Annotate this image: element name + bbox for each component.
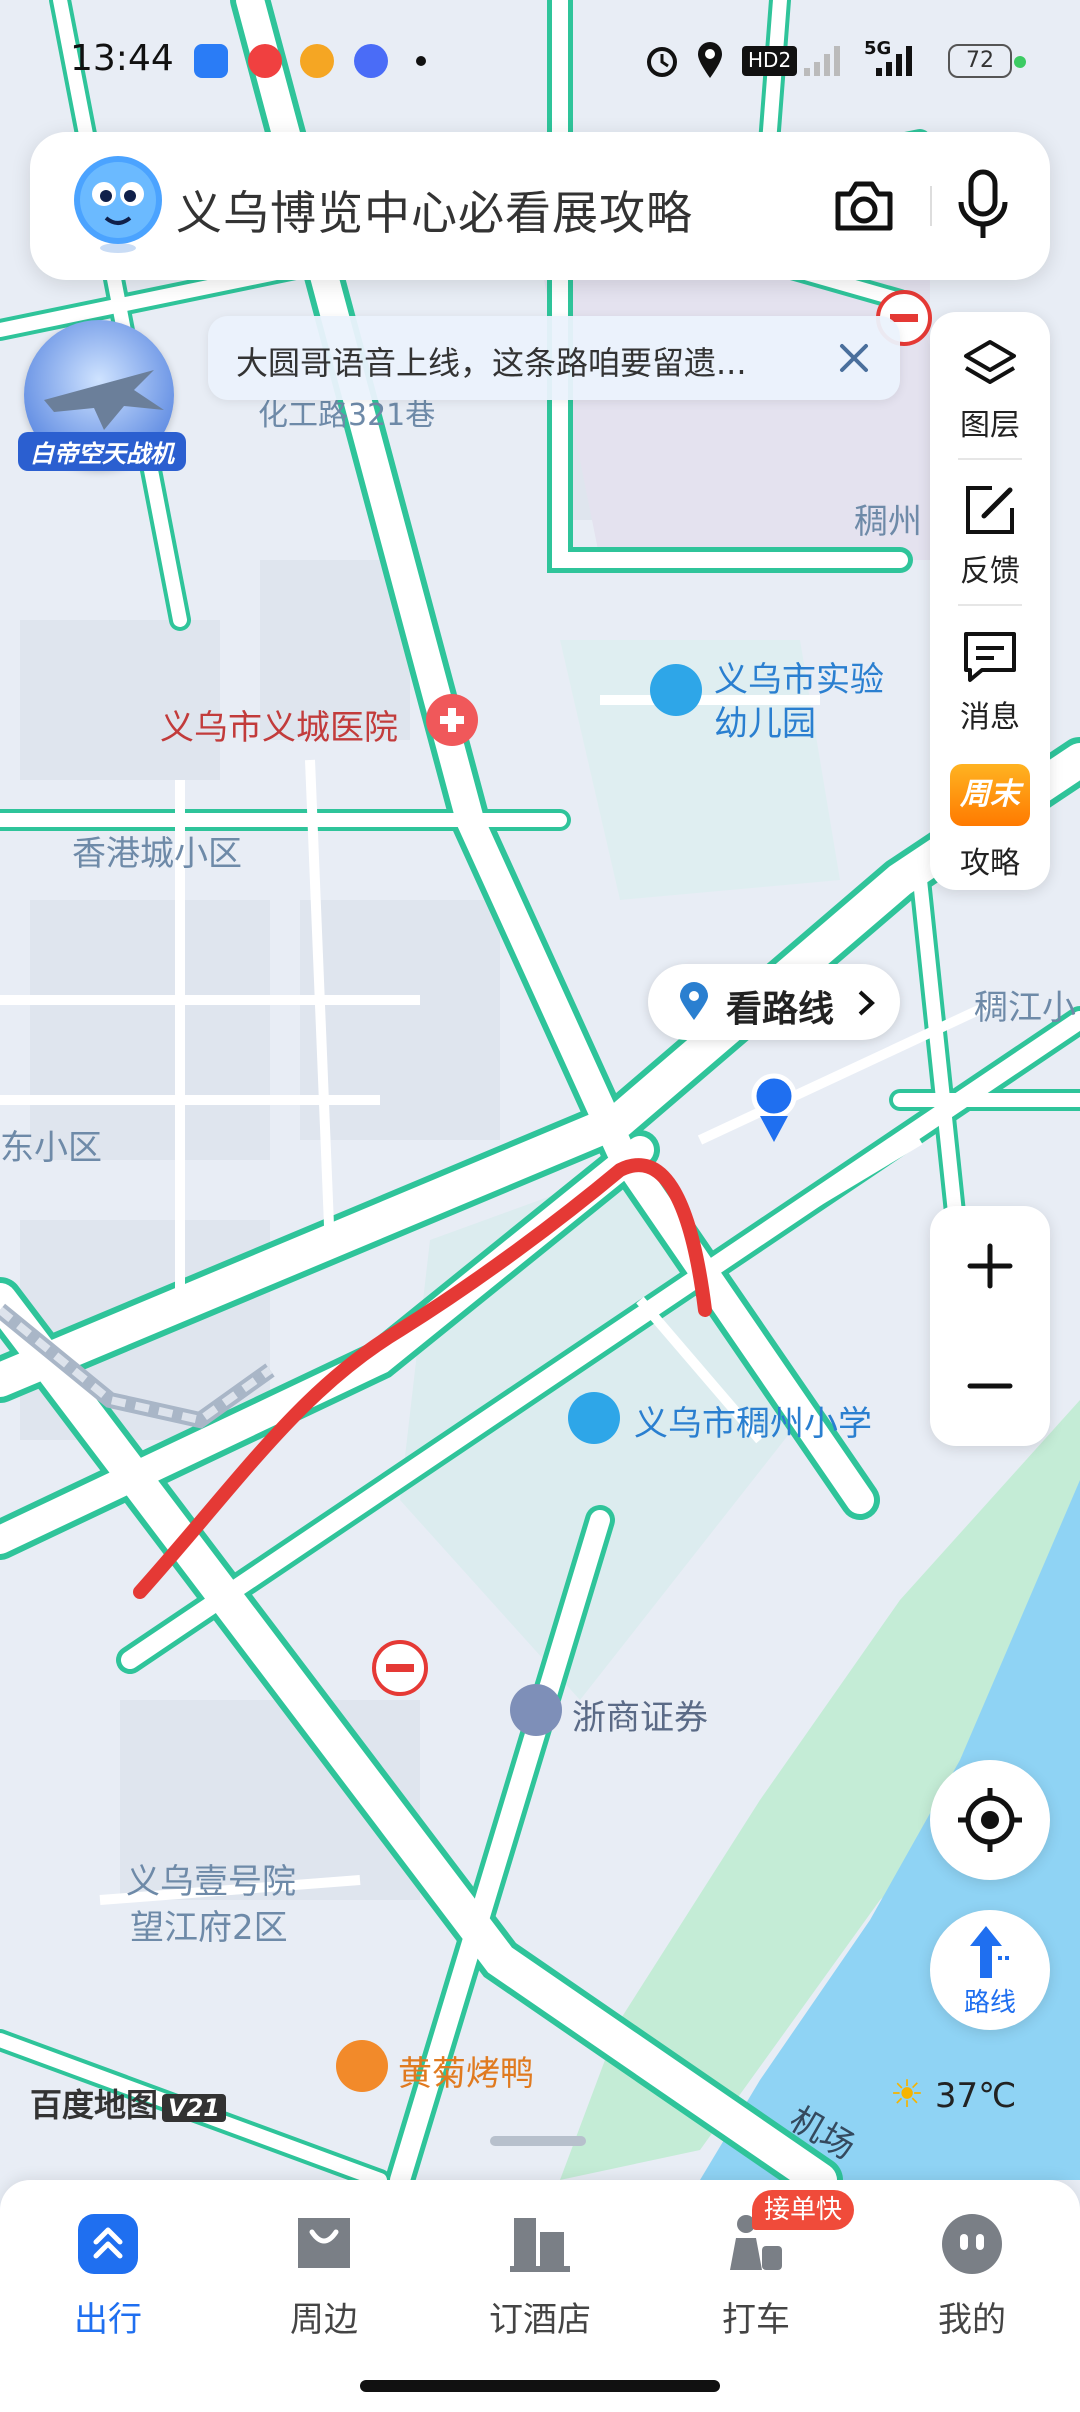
- map-tools-panel: 图层 反馈 消息 周末 攻略: [930, 312, 1050, 890]
- locate-me-button[interactable]: [930, 1760, 1050, 1880]
- area-choujiang-label: 稠江小: [974, 988, 1076, 1028]
- hotel-icon: [510, 2218, 570, 2272]
- weibo-notification-icon: [300, 44, 334, 78]
- brand-version: V21: [162, 2094, 226, 2122]
- close-icon[interactable]: [830, 334, 878, 382]
- nav-label-nearby: 周边: [290, 2300, 358, 2340]
- notice-text[interactable]: 大圆哥语音上线，这条路咱要留遗...: [236, 338, 747, 384]
- search-divider: [930, 186, 932, 226]
- privacy-indicator-dot: [1014, 56, 1026, 68]
- taxi-badge: 接单快: [752, 2190, 855, 2230]
- area-chouzhou-label: 稠州: [854, 502, 922, 542]
- location-pin-icon: [680, 982, 708, 1020]
- more-notifications-dot: [416, 56, 426, 66]
- route-arrow-icon: [970, 1926, 1012, 1978]
- video-notification-icon: [248, 44, 282, 78]
- hd-indicator: HD2: [742, 46, 798, 76]
- poi-duck-label[interactable]: 黄菊烤鸭: [398, 2046, 534, 2095]
- poi-primary-school-label[interactable]: 义乌市稠州小学: [634, 1396, 872, 1445]
- profile-icon: [942, 2214, 1002, 2274]
- nav-label-hotel: 订酒店: [489, 2300, 591, 2340]
- poi-kindergarten-label[interactable]: 义乌市实验: [714, 652, 884, 701]
- sun-icon: ☀: [890, 2072, 925, 2116]
- view-route-label: 看路线: [726, 989, 835, 1030]
- battery-indicator: 72: [948, 44, 1012, 78]
- tool-layers-button[interactable]: 图层: [930, 312, 1050, 452]
- search-bar[interactable]: 义乌博览中心必看展攻略: [30, 132, 1050, 280]
- poi-kindergarten-label-line2[interactable]: 幼儿园: [714, 696, 816, 745]
- view-route-button[interactable]: 看路线: [648, 964, 900, 1040]
- feedback-edit-icon: [966, 486, 1014, 534]
- tool-label-guide: 攻略: [960, 846, 1020, 881]
- route-button-label: 路线: [963, 1988, 1016, 2018]
- status-time: 13:44: [70, 38, 174, 79]
- zoom-in-icon[interactable]: [930, 1206, 1050, 1326]
- status-bar: 13:44 HD2 5G 72: [0, 0, 1080, 120]
- crosshair-icon: [958, 1788, 1022, 1852]
- nearby-icon: [298, 2218, 350, 2268]
- zoom-controls: [930, 1206, 1050, 1446]
- message-icon: [964, 632, 1016, 682]
- nav-label-taxi: 打车: [722, 2300, 790, 2340]
- tool-label-feedback: 反馈: [960, 554, 1020, 589]
- route-planning-button[interactable]: 路线: [930, 1910, 1050, 2030]
- baidu-notification-icon: [354, 44, 388, 78]
- nav-label-profile: 我的: [938, 2300, 1006, 2340]
- weekend-guide-icon: 周末: [950, 764, 1030, 826]
- promo-label[interactable]: 白帝空天战机: [18, 432, 186, 471]
- poi-zheshang-label[interactable]: 浙商证券: [572, 1690, 708, 1739]
- signal-icon-1: [804, 46, 840, 76]
- weather-widget[interactable]: ☀ 37℃: [890, 2072, 1016, 2116]
- map-brand-watermark: 百度地图 V21: [30, 2080, 226, 2126]
- tool-guide-button[interactable]: 周末 攻略: [930, 750, 1050, 890]
- area-yihao-label-line2: 望江府2区: [130, 1908, 288, 1948]
- tool-message-button[interactable]: 消息: [930, 604, 1050, 744]
- baidu-map-logo-icon[interactable]: [66, 152, 170, 256]
- travel-icon: [78, 2214, 138, 2274]
- microphone-icon[interactable]: [952, 168, 1014, 244]
- location-status-icon: [698, 42, 722, 78]
- nav-item-profile[interactable]: 我的: [864, 2210, 1080, 2350]
- nav-item-travel[interactable]: 出行: [0, 2210, 216, 2350]
- nav-item-taxi[interactable]: 打车: [648, 2210, 864, 2350]
- signal-icon-2: [876, 46, 912, 76]
- nav-label-travel: 出行: [74, 2300, 142, 2340]
- zoom-out-icon[interactable]: [930, 1326, 1050, 1446]
- drawer-handle[interactable]: [490, 2136, 586, 2146]
- area-hk-community-label: 香港城小区: [72, 834, 242, 874]
- tool-label-message: 消息: [960, 700, 1020, 735]
- app-notification-icon: [194, 44, 228, 78]
- home-indicator[interactable]: [360, 2380, 720, 2392]
- tool-label-layers: 图层: [960, 408, 1020, 443]
- area-yihao-label: 义乌壹号院: [126, 1862, 296, 1902]
- voice-notice-banner[interactable]: 大圆哥语音上线，这条路咱要留遗...: [208, 316, 900, 400]
- nav-item-hotel[interactable]: 订酒店: [432, 2210, 648, 2350]
- search-input[interactable]: 义乌博览中心必看展攻略: [176, 177, 693, 243]
- alarm-icon: [647, 47, 677, 77]
- area-east-community-label: 东小区: [0, 1128, 102, 1168]
- bottom-navigation: 出行 周边 订酒店 打车 我的: [0, 2180, 1080, 2412]
- temperature: 37℃: [934, 2076, 1017, 2116]
- camera-icon[interactable]: [830, 172, 898, 240]
- tool-feedback-button[interactable]: 反馈: [930, 458, 1050, 598]
- nav-item-nearby[interactable]: 周边: [216, 2210, 432, 2350]
- brand-name: 百度地图: [30, 2086, 159, 2124]
- poi-hospital-label[interactable]: 义乌市义城医院: [160, 700, 398, 749]
- chevron-right-icon: [858, 990, 875, 1016]
- layers-icon: [964, 340, 1016, 384]
